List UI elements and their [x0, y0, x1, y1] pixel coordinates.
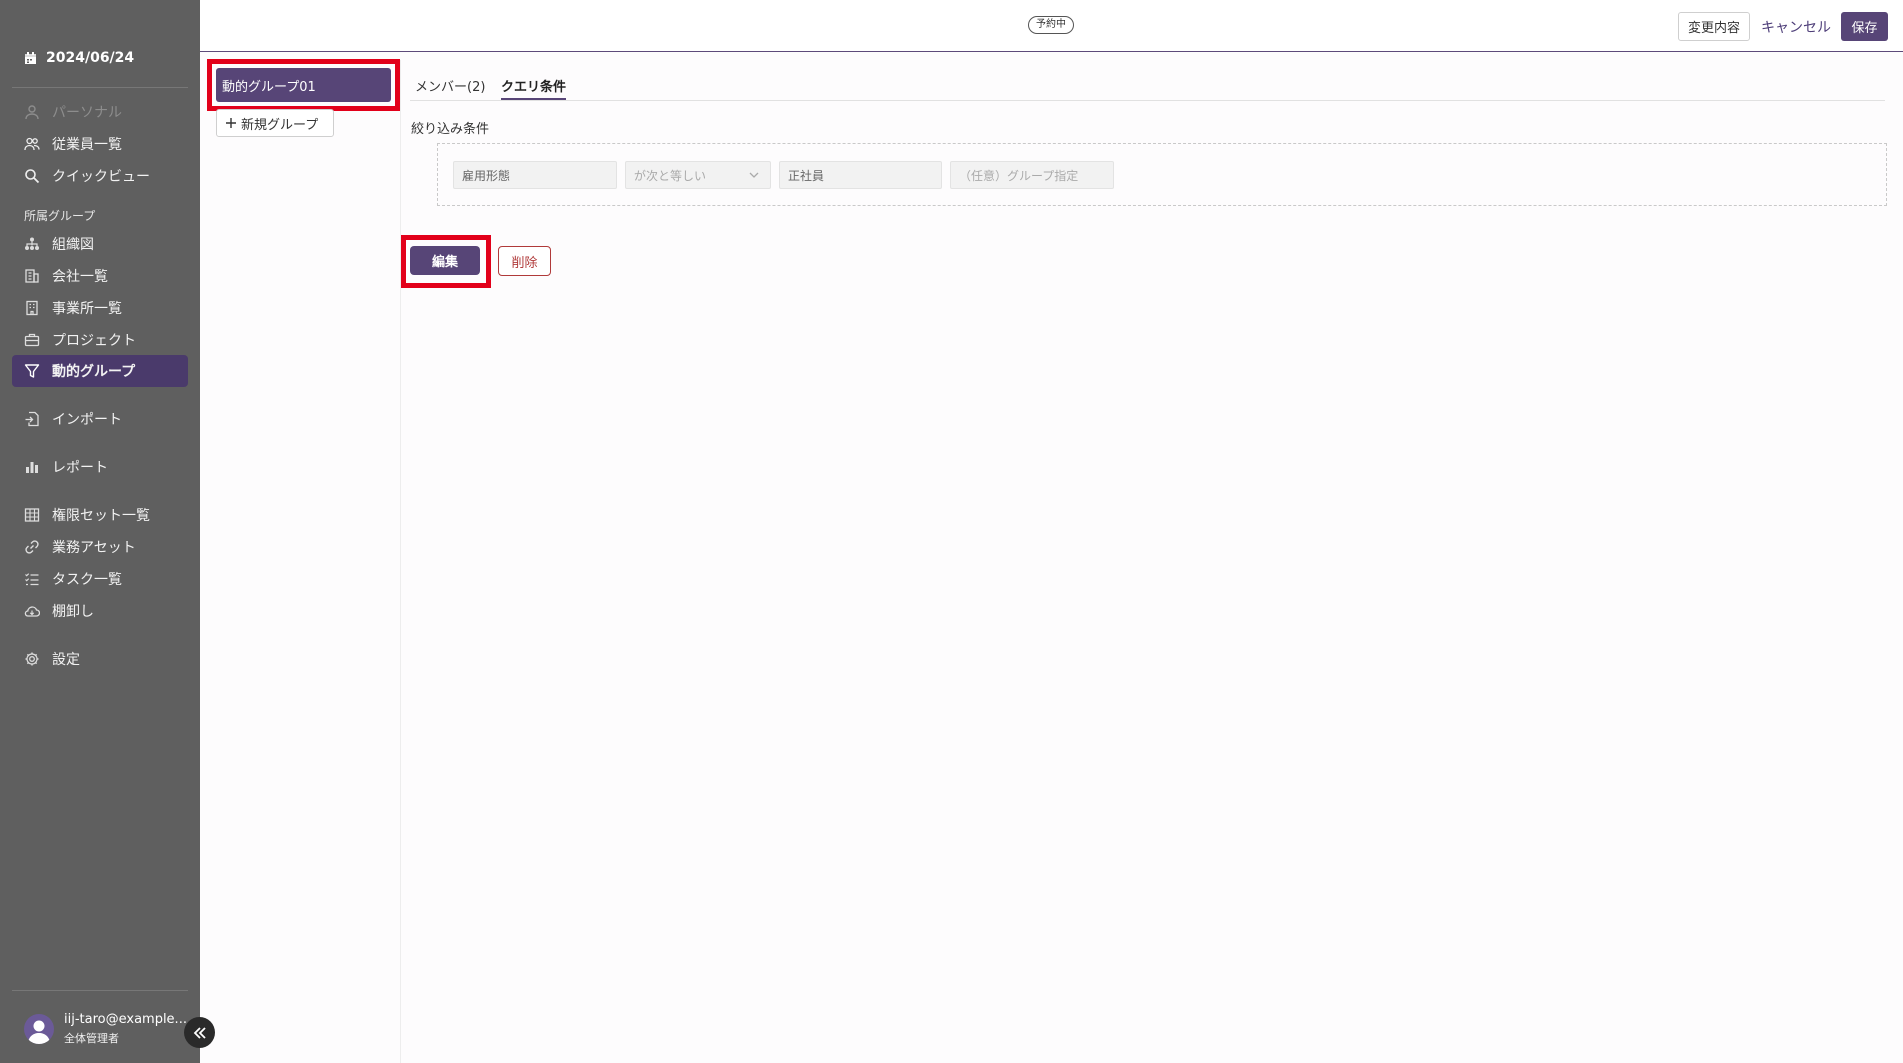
sidebar-item-label: レポート	[52, 460, 108, 476]
sidebar-item-label: 棚卸し	[52, 604, 94, 620]
user-avatar-icon	[28, 1020, 50, 1044]
users-icon	[24, 137, 40, 151]
save-button[interactable]: 保存	[1841, 12, 1888, 41]
changes-button[interactable]: 変更内容	[1678, 12, 1750, 41]
search-icon	[25, 169, 40, 184]
group-item-selected[interactable]: 動的グループ01	[216, 68, 391, 102]
edit-button[interactable]: 編集	[410, 246, 480, 275]
date-display[interactable]: 2024/06/24	[24, 50, 134, 66]
sidebar-item-label: インポート	[52, 412, 122, 428]
sidebar-item-label: 権限セット一覧	[52, 508, 150, 524]
top-header: 予約中 変更内容 キャンセル 保存	[200, 0, 1903, 52]
sidebar-item-label: 設定	[52, 652, 80, 668]
sidebar-item-label: 業務アセット	[52, 540, 136, 556]
org-chart-icon	[25, 237, 39, 250]
import-icon	[25, 411, 39, 427]
new-group-label: 新規グループ	[241, 117, 319, 133]
avatar	[24, 1014, 54, 1044]
bar-chart-icon	[26, 462, 38, 473]
sidebar-item-label: プロジェクト	[52, 333, 136, 349]
double-chevron-left-icon	[193, 1026, 206, 1039]
gear-icon	[25, 652, 39, 666]
sidebar: 2024/06/24 パーソナル 従業員一覧 クイックビュー 所属グループ 組織…	[0, 0, 200, 1063]
tab-members[interactable]: メンバー(2)	[415, 76, 485, 95]
tab-query-conditions[interactable]: クエリ条件	[501, 76, 567, 101]
sidebar-item-org-chart[interactable]: 組織図	[12, 228, 188, 260]
user-email: iij-taro@example...	[64, 1012, 187, 1027]
sidebar-item-import[interactable]: インポート	[12, 403, 188, 435]
sidebar-item-quickview[interactable]: クイックビュー	[12, 160, 188, 192]
filter-conditions-label: 絞り込み条件	[411, 122, 490, 137]
sidebar-item-label: 事業所一覧	[52, 301, 122, 317]
sidebar-item-reports[interactable]: レポート	[12, 451, 188, 483]
sidebar-item-inventory[interactable]: 棚卸し	[12, 595, 188, 627]
group-specification-placeholder: （任意）グループ指定	[959, 168, 1079, 183]
group-specification-input[interactable]: （任意）グループ指定	[950, 161, 1114, 189]
sidebar-item-companies[interactable]: 会社一覧	[12, 260, 188, 292]
sidebar-item-label: タスク一覧	[52, 572, 122, 588]
condition-value-text: 正社員	[788, 168, 825, 183]
chevron-down-icon	[749, 172, 759, 178]
office-icon	[26, 300, 38, 316]
sidebar-item-settings[interactable]: 設定	[12, 643, 188, 675]
new-group-button[interactable]: 新規グループ	[216, 109, 334, 137]
sidebar-item-employees[interactable]: 従業員一覧	[12, 128, 188, 160]
sidebar-item-permission-sets[interactable]: 権限セット一覧	[12, 499, 188, 531]
sidebar-item-offices[interactable]: 事業所一覧	[12, 292, 188, 324]
collapse-sidebar-button[interactable]	[184, 1017, 215, 1048]
sidebar-divider	[12, 990, 188, 991]
sidebar-item-business-assets[interactable]: 業務アセット	[12, 531, 188, 563]
task-list-icon	[25, 573, 39, 586]
calendar-icon	[25, 51, 36, 64]
plus-icon	[226, 118, 236, 128]
person-icon	[25, 105, 39, 120]
condition-value-input[interactable]: 正社員	[779, 161, 942, 189]
building-icon	[25, 269, 39, 283]
condition-field-select[interactable]: 雇用形態	[453, 161, 617, 189]
condition-operator-select[interactable]: が次と等しい	[625, 161, 771, 189]
tabs-underline	[410, 100, 1885, 101]
briefcase-icon	[24, 333, 40, 347]
section-label-groups: 所属グループ	[24, 209, 96, 223]
sidebar-item-label: 会社一覧	[52, 269, 108, 285]
sidebar-item-label: 従業員一覧	[52, 137, 122, 153]
sidebar-item-label: 組織図	[52, 237, 94, 253]
column-divider	[400, 60, 401, 1063]
status-badge: 予約中	[1028, 16, 1074, 34]
date-text: 2024/06/24	[46, 50, 135, 66]
sidebar-item-personal[interactable]: パーソナル	[12, 96, 188, 128]
sidebar-item-tasks[interactable]: タスク一覧	[12, 563, 188, 595]
condition-field-value: 雇用形態	[462, 168, 511, 183]
sidebar-item-label: クイックビュー	[52, 169, 150, 185]
sidebar-item-dynamic-groups[interactable]: 動的グループ	[12, 355, 188, 387]
sidebar-divider	[12, 87, 188, 88]
user-role: 全体管理者	[64, 1032, 119, 1045]
delete-button[interactable]: 削除	[498, 246, 551, 276]
user-profile[interactable]: iij-taro@example... 全体管理者	[24, 1012, 187, 1046]
group-item-label: 動的グループ01	[222, 79, 316, 95]
filter-icon	[24, 364, 40, 378]
cloud-icon	[24, 606, 40, 617]
sidebar-item-projects[interactable]: プロジェクト	[12, 324, 188, 356]
grid-icon	[24, 508, 40, 522]
sidebar-item-label: パーソナル	[52, 105, 122, 121]
cancel-button[interactable]: キャンセル	[1761, 12, 1831, 41]
sidebar-item-label: 動的グループ	[52, 364, 136, 380]
link-icon	[25, 540, 39, 554]
condition-operator-value: が次と等しい	[634, 168, 707, 183]
